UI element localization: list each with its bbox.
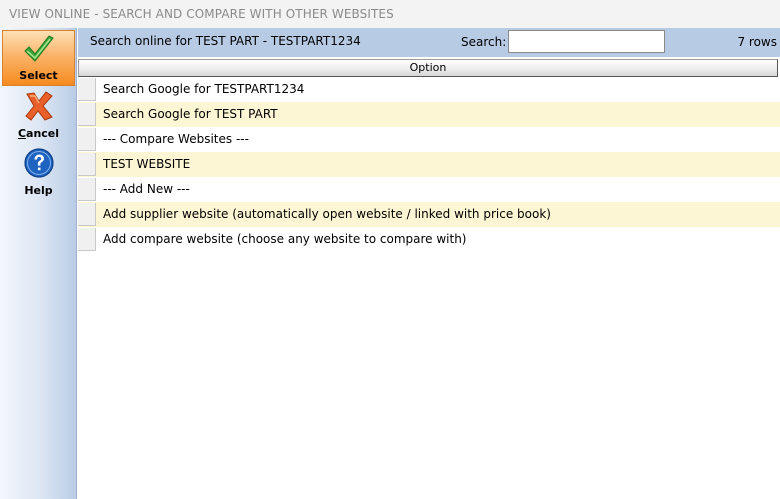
table-row[interactable]: Add compare website (choose any website … <box>78 227 780 252</box>
cancel-button[interactable]: Cancel <box>2 87 75 143</box>
row-count: 7 rows <box>737 35 777 49</box>
option-cell: Add compare website (choose any website … <box>103 232 467 246</box>
row-selector[interactable] <box>78 228 96 251</box>
search-label: Search: <box>461 35 507 49</box>
row-selector[interactable] <box>78 78 96 101</box>
help-question-icon <box>23 148 54 178</box>
option-cell: Search Google for TESTPART1234 <box>103 82 305 96</box>
option-cell: --- Compare Websites --- <box>103 132 249 146</box>
table-row[interactable]: TEST WEBSITE <box>78 152 780 177</box>
sidebar: Select Cancel Help <box>0 28 77 499</box>
column-header-option[interactable]: Option <box>78 59 778 77</box>
cancel-label: Cancel <box>17 127 60 140</box>
table-row[interactable]: --- Add New --- <box>78 177 780 202</box>
help-button[interactable]: Help <box>2 144 75 200</box>
row-selector[interactable] <box>78 203 96 226</box>
select-label: Select <box>19 69 58 82</box>
row-selector[interactable] <box>78 103 96 126</box>
table-row[interactable]: --- Compare Websites --- <box>78 127 780 152</box>
help-label: Help <box>24 184 53 197</box>
search-context-title: Search online for TEST PART - TESTPART12… <box>90 34 361 48</box>
toolbar: Search online for TEST PART - TESTPART12… <box>78 28 780 57</box>
option-cell: --- Add New --- <box>103 182 190 196</box>
table-row[interactable]: Search Google for TESTPART1234 <box>78 77 780 102</box>
window-title: VIEW ONLINE - SEARCH AND COMPARE WITH OT… <box>0 0 780 28</box>
checkmark-icon <box>23 35 54 62</box>
search-input[interactable] <box>508 30 665 53</box>
row-selector[interactable] <box>78 153 96 176</box>
table-row[interactable]: Add supplier website (automatically open… <box>78 202 780 227</box>
row-selector[interactable] <box>78 178 96 201</box>
cancel-x-icon <box>24 91 53 121</box>
option-cell: TEST WEBSITE <box>103 157 191 171</box>
table-row[interactable]: Search Google for TEST PART <box>78 102 780 127</box>
options-grid: Option Search Google for TESTPART1234 Se… <box>78 57 780 499</box>
option-cell: Add supplier website (automatically open… <box>103 207 551 221</box>
row-selector[interactable] <box>78 128 96 151</box>
option-cell: Search Google for TEST PART <box>103 107 278 121</box>
select-button[interactable]: Select <box>2 30 75 86</box>
